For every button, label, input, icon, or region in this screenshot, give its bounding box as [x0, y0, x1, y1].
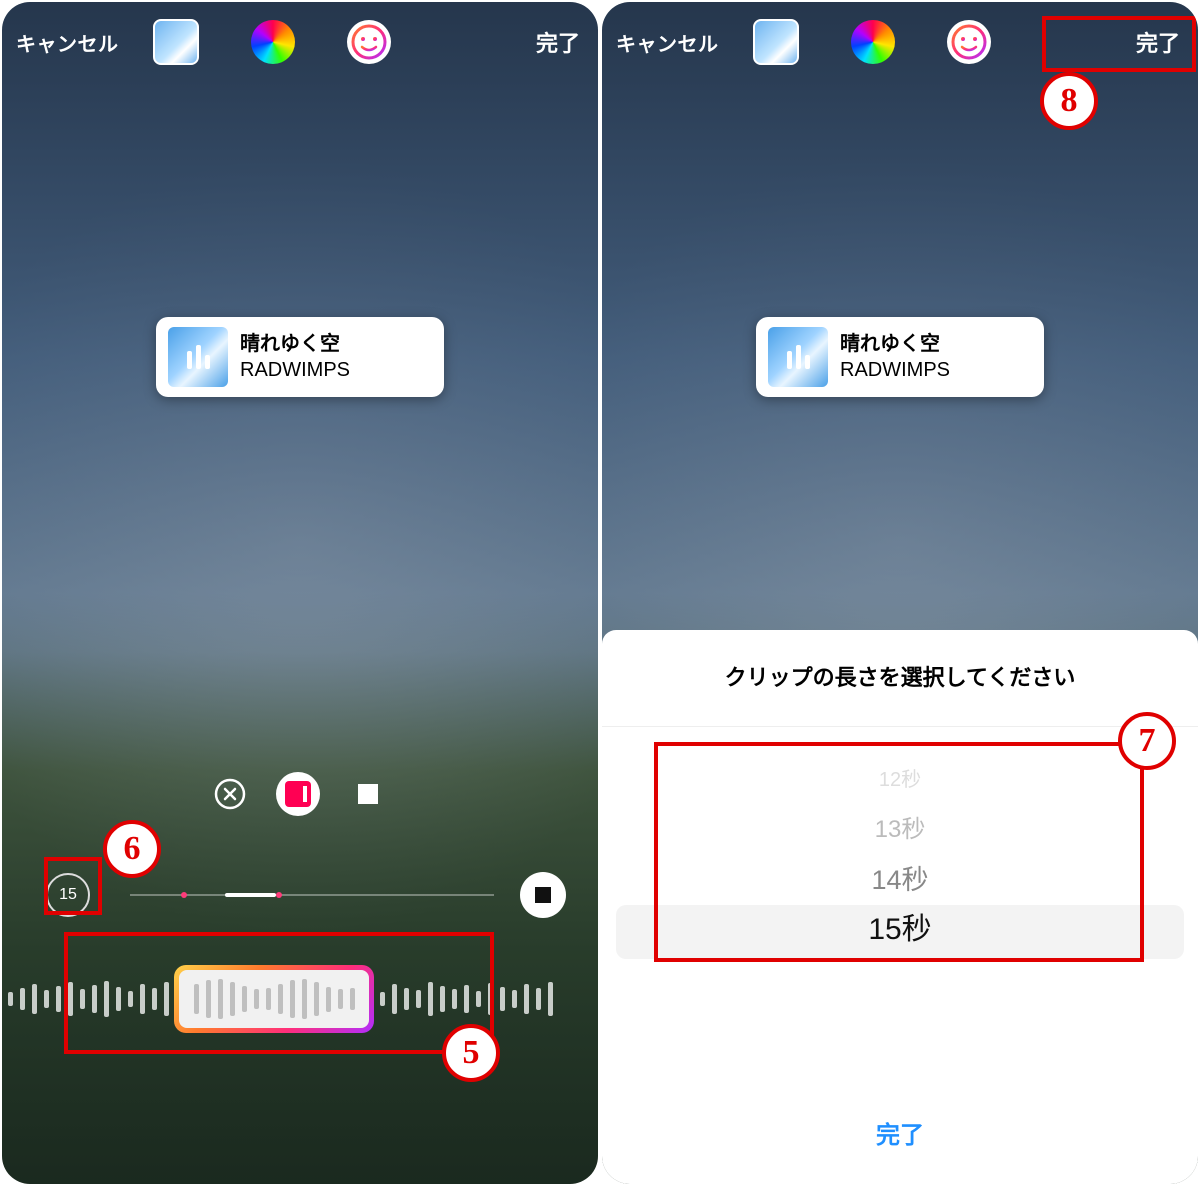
picker-option[interactable]: 14秒 [871, 855, 928, 905]
annotation-callout-5: 5 [442, 1024, 500, 1082]
color-wheel-icon[interactable] [851, 20, 895, 64]
music-sticker[interactable]: 晴れゆく空 RADWIMPS [756, 317, 1044, 397]
music-artist: RADWIMPS [240, 357, 350, 383]
sticker-style-album-icon[interactable] [276, 772, 320, 816]
annotation-callout-6: 6 [103, 820, 161, 878]
duration-picker-title: クリップの長さを選択してください [602, 630, 1198, 726]
music-album-art-icon [768, 327, 828, 387]
clip-duration-button[interactable]: 15 [46, 873, 90, 917]
picker-option-selected[interactable]: 15秒 [868, 905, 931, 955]
face-filter-icon[interactable] [947, 20, 991, 64]
stop-button[interactable] [520, 872, 566, 918]
annotation-callout-7: 7 [1118, 712, 1176, 770]
duration-picker-panel: クリップの長さを選択してください 12秒 13秒 14秒 15秒 完了 [602, 630, 1198, 1184]
sticker-style-controls [2, 772, 598, 816]
picker-option[interactable]: 12秒 [879, 755, 921, 805]
music-sticker-text: 晴れゆく空 RADWIMPS [840, 331, 950, 383]
topbar-right: キャンセル 完了 [602, 2, 1198, 82]
panel-footer: 完了 [602, 1087, 1198, 1184]
clip-scrub-row: 15 [2, 872, 598, 918]
music-waveform-scrubber[interactable] [2, 957, 598, 1041]
cancel-button[interactable]: キャンセル [16, 28, 119, 57]
music-artist: RADWIMPS [840, 357, 950, 383]
color-wheel-icon[interactable] [251, 20, 295, 64]
music-title: 晴れゆく空 [240, 331, 350, 357]
cancel-button[interactable]: キャンセル [616, 28, 719, 57]
music-album-art-icon [168, 327, 228, 387]
sticker-style-text-icon[interactable] [346, 772, 390, 816]
music-waveform-selection[interactable] [174, 965, 374, 1033]
music-sticker[interactable]: 晴れゆく空 RADWIMPS [156, 317, 444, 397]
duration-picker[interactable]: 12秒 13秒 14秒 15秒 [602, 727, 1198, 1027]
annotation-callout-8: 8 [1040, 72, 1098, 130]
music-title: 晴れゆく空 [840, 331, 950, 357]
sky-thumb-icon[interactable] [153, 19, 199, 65]
screen-right-duration-picker: キャンセル 完了 晴れゆく空 RADWIMPS クリップの長さを選択してください [602, 2, 1198, 1184]
done-button[interactable]: 完了 [1132, 20, 1184, 64]
screen-left-music-edit: キャンセル 完了 晴れゆく空 RADWIMPS [2, 2, 598, 1184]
panel-done-button[interactable]: 完了 [876, 1122, 924, 1149]
face-filter-icon[interactable] [347, 20, 391, 64]
picker-option[interactable]: 13秒 [875, 805, 926, 855]
topbar-left: キャンセル 完了 [2, 2, 598, 82]
done-button[interactable]: 完了 [532, 20, 584, 64]
music-sticker-text: 晴れゆく空 RADWIMPS [240, 331, 350, 383]
close-circle-icon[interactable] [210, 774, 250, 814]
sky-thumb-icon[interactable] [753, 19, 799, 65]
clip-timeline[interactable] [130, 892, 494, 898]
